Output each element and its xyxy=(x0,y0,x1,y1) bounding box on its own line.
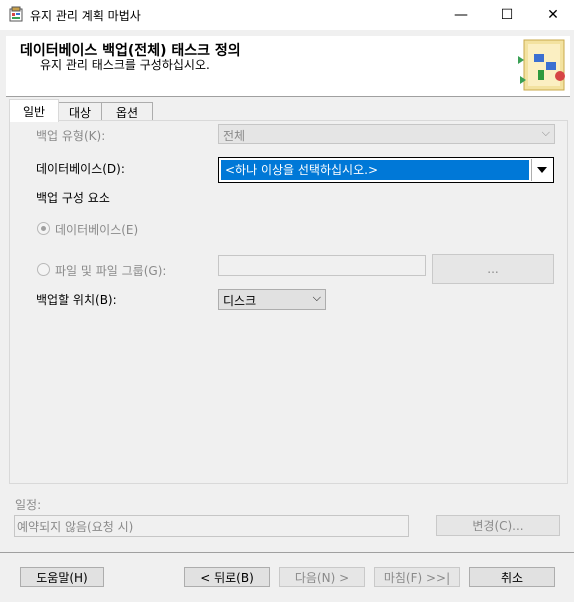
database-select[interactable]: <하나 이상을 선택하십시오.> xyxy=(218,157,554,183)
database-radio[interactable] xyxy=(37,222,50,235)
schedule-value: 예약되지 않음(요청 시) xyxy=(17,520,134,534)
footer-divider xyxy=(0,552,574,553)
radio-dot xyxy=(41,226,46,231)
title-bar: 유지 관리 계획 마법사 — ☐ ✕ xyxy=(0,0,574,30)
back-button[interactable]: < 뒤로(B) xyxy=(184,567,270,587)
backup-type-select[interactable]: 전체 ⌵ xyxy=(218,124,555,144)
backup-component-label: 백업 구성 요소 xyxy=(36,191,110,205)
backup-type-value: 전체 xyxy=(223,129,246,143)
browse-files-button[interactable]: ... xyxy=(432,254,554,284)
chevron-down-icon: ⌵ xyxy=(541,126,550,139)
database-label: 데이터베이스(D): xyxy=(36,162,125,176)
chevron-down-icon: ⌵ xyxy=(312,291,321,304)
files-radio-label: 파일 및 파일 그룹(G): xyxy=(55,264,167,278)
finish-button[interactable]: 마침(F) >>| xyxy=(374,567,460,587)
dropdown-arrow-icon[interactable] xyxy=(531,159,552,181)
cancel-button[interactable]: 취소 xyxy=(469,567,555,587)
schedule-field: 예약되지 않음(요청 시) xyxy=(14,515,409,537)
minimize-button[interactable]: — xyxy=(438,0,484,30)
page-subtitle: 유지 관리 태스크를 구성하십시오. xyxy=(40,58,210,72)
destination-label: 백업할 위치(B): xyxy=(36,293,117,307)
next-button[interactable]: 다음(N) > xyxy=(279,567,365,587)
files-radio[interactable] xyxy=(37,263,50,276)
destination-value: 디스크 xyxy=(223,294,257,308)
wizard-header: 데이터베이스 백업(전체) 태스크 정의 유지 관리 태스크를 구성하십시오. xyxy=(6,36,570,97)
database-value: <하나 이상을 선택하십시오.> xyxy=(221,160,529,180)
destination-select[interactable]: 디스크 ⌵ xyxy=(218,289,326,310)
wizard-app-icon xyxy=(8,6,24,22)
help-button[interactable]: 도움말(H) xyxy=(20,567,104,587)
backup-type-label: 백업 유형(K): xyxy=(36,129,106,143)
window-title: 유지 관리 계획 마법사 xyxy=(30,9,141,23)
tab-options[interactable]: 옵션 xyxy=(101,102,153,121)
files-input[interactable] xyxy=(218,255,426,276)
schedule-label: 일정: xyxy=(15,498,42,512)
close-button[interactable]: ✕ xyxy=(530,0,574,30)
change-schedule-button[interactable]: 변경(C)... xyxy=(436,515,560,536)
tab-target[interactable]: 대상 xyxy=(57,102,103,121)
tab-general[interactable]: 일반 xyxy=(9,99,59,122)
database-radio-label: 데이터베이스(E) xyxy=(55,223,139,237)
maximize-button[interactable]: ☐ xyxy=(484,0,530,30)
maintenance-plan-graphic-icon xyxy=(514,36,570,96)
